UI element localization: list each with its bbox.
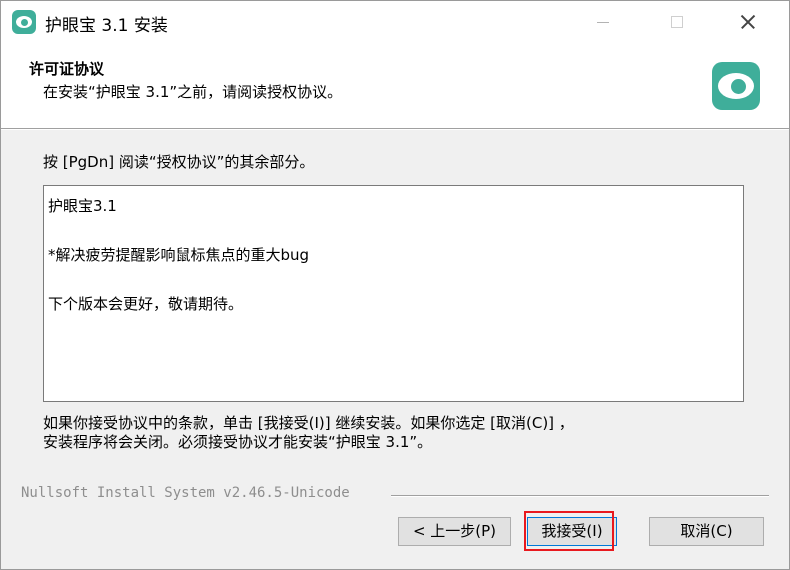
eye-logo-icon (712, 62, 760, 110)
window-title: 护眼宝 3.1 安装 (45, 16, 168, 36)
agreement-notice-line1: 如果你接受协议中的条款，单击 [我接受(I)] 继续安装。如果你选定 [取消(C… (43, 414, 574, 432)
app-eye-icon (12, 10, 36, 34)
installer-window: 护眼宝 3.1 安装 许可证协议 在安装“护眼宝 3.1”之前，请阅读授权协议。… (0, 0, 790, 570)
minimize-icon[interactable] (580, 1, 626, 43)
agreement-notice-line2: 安装程序将会关闭。必须接受协议才能安装“护眼宝 3.1”。 (43, 433, 433, 451)
agreement-notice: 如果你接受协议中的条款，单击 [我接受(I)] 继续安装。如果你选定 [取消(C… (43, 414, 574, 452)
title-bar[interactable]: 护眼宝 3.1 安装 (1, 1, 789, 43)
license-line: 护眼宝3.1 (48, 197, 117, 215)
nsis-branding: Nullsoft Install System v2.46.5-Unicode (21, 485, 350, 501)
instruction-text: 按 [PgDn] 阅读“授权协议”的其余部分。 (43, 153, 315, 171)
back-button[interactable]: < 上一步(P) (398, 517, 511, 546)
license-text-box[interactable]: 护眼宝3.1 *解决疲劳提醒影响鼠标焦点的重大bug 下个版本会更好，敬请期待。 (43, 185, 744, 402)
close-icon[interactable] (725, 1, 771, 43)
license-line: 下个版本会更好，敬请期待。 (48, 295, 244, 313)
branding-divider-highlight (391, 496, 769, 497)
maximize-icon (654, 1, 700, 43)
license-line: *解决疲劳提醒影响鼠标焦点的重大bug (48, 246, 310, 264)
page-subtitle: 在安装“护眼宝 3.1”之前，请阅读授权协议。 (43, 83, 343, 101)
page-title: 许可证协议 (29, 60, 105, 78)
cancel-button[interactable]: 取消(C) (649, 517, 764, 546)
header-divider (1, 129, 789, 130)
header-panel: 许可证协议 在安装“护眼宝 3.1”之前，请阅读授权协议。 (1, 43, 789, 129)
accept-button-highlight (524, 511, 614, 551)
